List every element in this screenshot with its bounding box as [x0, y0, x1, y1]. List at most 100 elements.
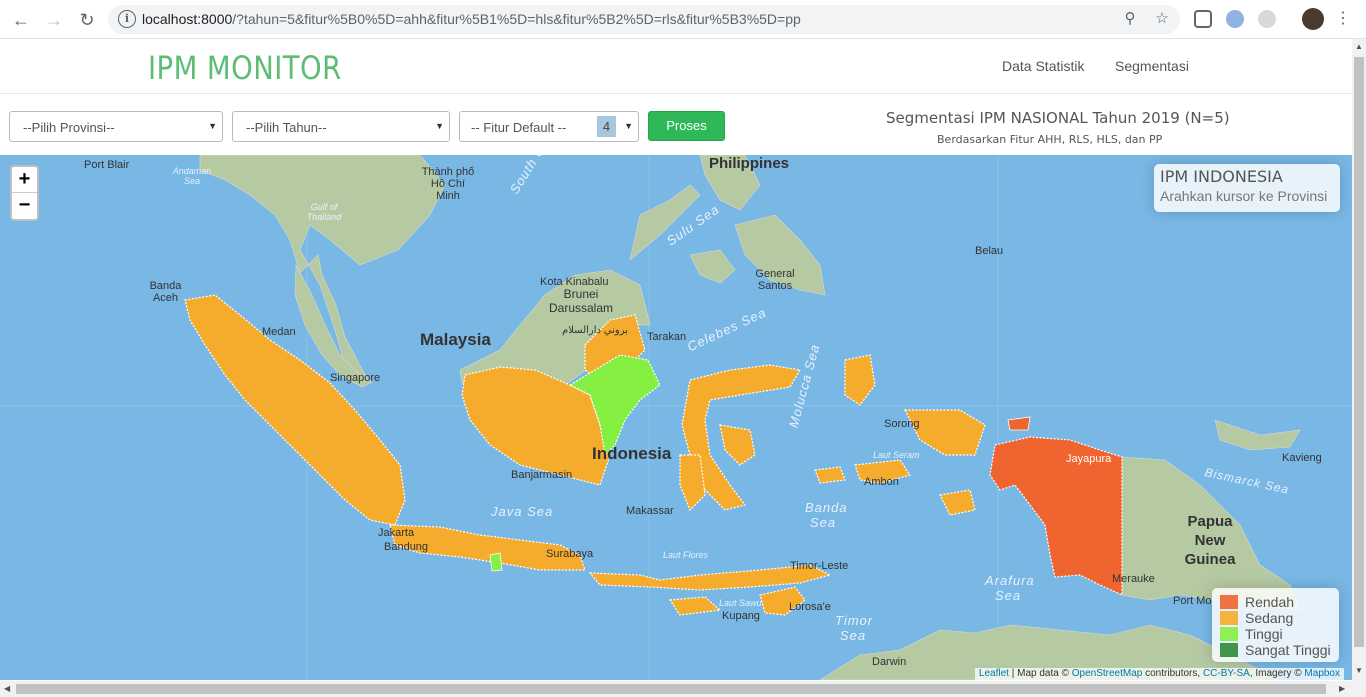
legend-label: Tinggi [1245, 626, 1283, 642]
legend-swatch-sangat-tinggi [1220, 643, 1238, 657]
map-label-ho-chi-minh: Thành phố Hồ Chí Minh [421, 166, 475, 202]
year-select-value: --Pilih Tahun-- [246, 120, 327, 135]
map-label-indonesia: Indonesia [592, 444, 672, 463]
extension-feather-icon[interactable] [1226, 10, 1244, 28]
map-label-java-sea: Java Sea [491, 504, 554, 519]
reload-icon[interactable]: ↻ [75, 8, 99, 32]
attribution-text: | Map data © [1008, 668, 1072, 679]
legend-label: Sedang [1245, 610, 1294, 626]
menu-kebab-icon[interactable]: ⋮ [1334, 10, 1352, 28]
map-legend: Rendah Sedang Tinggi Sangat Tinggi [1212, 588, 1339, 662]
map-label-darwin: Darwin [872, 656, 907, 668]
legend-item: Sedang [1220, 609, 1331, 626]
nav-data-statistik[interactable]: Data Statistik [1002, 58, 1084, 74]
map-label-malaysia: Malaysia [420, 330, 491, 349]
zoom-out-button[interactable]: − [12, 193, 37, 219]
attribution-text: , Imagery © [1249, 668, 1305, 679]
choropleth-map[interactable]: Port Blair Andaman Sea Thành phố Hồ Chí … [0, 155, 1352, 680]
browser-toolbar: ← → ↻ i localhost:8000/?tahun=5&fitur%5B… [0, 0, 1366, 39]
map-label-laut-seram: Laut Seram [873, 450, 920, 460]
map-label-laut-flores: Laut Flores [663, 550, 709, 560]
chevron-down-icon: ▼ [208, 121, 217, 131]
map-label-singapore: Singapore [330, 372, 381, 384]
page-subtitle: Berdasarkan Fitur AHH, RLS, HLS, dan PP [937, 133, 1163, 146]
filter-bar: --Pilih Provinsi-- ▼ --Pilih Tahun-- ▼ -… [0, 94, 1352, 155]
horizontal-scrollbar[interactable]: ◀ ▶ [0, 681, 1366, 697]
map-label-makassar: Makassar [626, 505, 674, 517]
scroll-up-icon[interactable]: ▲ [1355, 42, 1363, 51]
year-select[interactable]: --Pilih Tahun-- ▼ [232, 111, 450, 142]
url-path: /?tahun=5&fitur%5B0%5D=ahh&fitur%5B1%5D=… [232, 11, 801, 27]
info-panel-hint: Arahkan kursor ke Provinsi [1160, 188, 1328, 204]
map-label-sorong: Sorong [884, 418, 920, 430]
ccbysa-link[interactable]: CC-BY-SA [1203, 668, 1250, 679]
legend-label: Rendah [1245, 594, 1295, 610]
attribution-text: contributors, [1142, 668, 1203, 679]
scroll-down-icon[interactable]: ▼ [1355, 666, 1363, 675]
leaflet-link[interactable]: Leaflet [979, 668, 1009, 679]
map-label-laut-sawu: Laut Sawu [719, 598, 762, 608]
legend-swatch-sedang [1220, 611, 1238, 625]
map-label-philippines: Philippines [709, 155, 790, 172]
legend-item: Tinggi [1220, 625, 1331, 642]
chevron-down-icon: ▼ [624, 121, 633, 131]
map-label-ambon: Ambon [864, 476, 899, 488]
address-bar[interactable]: i localhost:8000/?tahun=5&fitur%5B0%5D=a… [108, 5, 1180, 34]
site-info-icon[interactable]: i [118, 10, 136, 28]
map-label-timor-leste: Timor-Leste [790, 560, 849, 572]
back-icon[interactable]: ← [9, 8, 33, 32]
url-host: localhost:8000 [142, 11, 233, 27]
map-label-port-moresby: Port Mo [1173, 595, 1212, 607]
map-label-bandung: Bandung [384, 541, 429, 553]
chevron-down-icon: ▼ [435, 121, 444, 131]
map-label-banjarmasin: Banjarmasin [511, 469, 573, 481]
info-panel-title: IPM INDONESIA [1160, 167, 1283, 186]
forward-icon[interactable]: → [42, 8, 66, 32]
map-label-brunei-script: بروني دارالسلام [562, 325, 628, 336]
map-label-banda-sea: Banda Sea [805, 500, 848, 530]
zoom-icon[interactable]: ⚲ [1121, 10, 1139, 28]
map-label-medan: Medan [262, 326, 296, 338]
scroll-right-icon[interactable]: ▶ [1339, 684, 1345, 693]
horizontal-scroll-thumb[interactable] [16, 684, 1326, 694]
vertical-scrollbar[interactable]: ▲ ▼ [1352, 39, 1366, 681]
legend-swatch-tinggi [1220, 627, 1238, 641]
map-label-brunei: Brunei Darussalam [548, 287, 614, 315]
extension-globe-icon[interactable] [1258, 10, 1276, 28]
map-label-tarakan: Tarakan [647, 331, 687, 343]
map-label-timor-sea: Timor Sea [835, 613, 874, 643]
osm-link[interactable]: OpenStreetMap [1072, 668, 1143, 679]
legend-item: Sangat Tinggi [1220, 641, 1331, 658]
zoom-in-button[interactable]: + [12, 167, 37, 193]
mapbox-link[interactable]: Mapbox [1304, 668, 1340, 679]
page-title: Segmentasi IPM NASIONAL Tahun 2019 (N=5) [886, 109, 1230, 127]
province-select-value: --Pilih Provinsi-- [23, 120, 115, 135]
feature-multiselect[interactable]: -- Fitur Default -- 4 ▼ [459, 111, 639, 142]
app-navbar: IPM MONITOR Data Statistik Segmentasi [0, 39, 1352, 94]
map-label-general-santos: General Santos [755, 268, 795, 292]
zoom-control: + − [10, 165, 39, 221]
map-label-belau: Belau [975, 245, 1004, 257]
province-select[interactable]: --Pilih Provinsi-- ▼ [9, 111, 223, 142]
nav-segmentasi[interactable]: Segmentasi [1115, 58, 1189, 74]
profile-avatar[interactable] [1302, 8, 1324, 30]
info-panel: IPM INDONESIA Arahkan kursor ke Provinsi [1154, 164, 1340, 212]
map-label-banda-aceh: Banda Aceh [149, 280, 182, 304]
map-attribution: Leaflet | Map data © OpenStreetMap contr… [974, 668, 1344, 680]
map-label-surabaya: Surabaya [546, 548, 594, 560]
legend-item: Rendah [1220, 593, 1331, 610]
map-label-andaman-sea: Andaman Sea [172, 166, 212, 186]
scroll-left-icon[interactable]: ◀ [4, 684, 10, 693]
map-label-gulf-of-thailand: Gulf of Thailand [306, 202, 342, 222]
vertical-scroll-thumb[interactable] [1354, 57, 1364, 647]
extension-chat-icon[interactable] [1194, 10, 1212, 28]
map-label-port-blair: Port Blair [84, 159, 130, 171]
map-label-kupang: Kupang [722, 610, 760, 622]
bookmark-star-icon[interactable]: ☆ [1153, 10, 1171, 28]
map-label-lorosae: Lorosa'e [789, 601, 831, 613]
map-label-jakarta: Jakarta [378, 527, 415, 539]
proses-button[interactable]: Proses [648, 111, 725, 141]
feature-select-value: -- Fitur Default -- [471, 120, 567, 135]
brand-logo[interactable]: IPM MONITOR [148, 49, 342, 87]
map-label-merauke: Merauke [1112, 573, 1155, 585]
